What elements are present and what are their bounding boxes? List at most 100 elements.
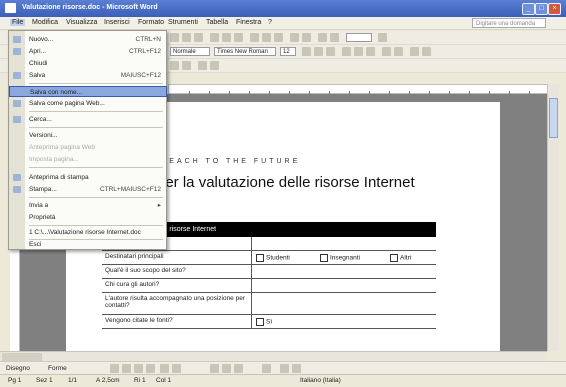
split-cells-icon[interactable] — [210, 61, 219, 70]
menu-item-proprieta[interactable]: Proprietà — [9, 212, 167, 223]
draw-table-icon[interactable] — [170, 61, 179, 70]
wordart-icon[interactable] — [172, 364, 181, 373]
save-icon[interactable] — [194, 33, 203, 42]
align-center-icon[interactable] — [354, 47, 363, 56]
menu-strumenti[interactable]: Strumenti — [168, 19, 198, 26]
vertical-scrollbar[interactable] — [547, 84, 559, 351]
menu-item-label: Invia a — [29, 202, 49, 209]
table-row[interactable]: Chi cura gli autori? — [102, 279, 436, 293]
rectangle-icon[interactable] — [134, 364, 143, 373]
menu-file[interactable]: File — [10, 19, 26, 26]
menu-item-stampa[interactable]: Stampa... CTRL+MAIUSC+F12 — [9, 184, 167, 195]
undo-icon[interactable] — [290, 33, 299, 42]
table-row[interactable]: Vengono citate le fonti? Sì — [102, 315, 436, 329]
option-label: Insegnanti — [330, 254, 360, 262]
shadow-icon[interactable] — [280, 364, 289, 373]
horizontal-scrollbar[interactable] — [0, 351, 547, 361]
minimize-button[interactable]: _ — [522, 3, 535, 15]
menu-formato[interactable]: Formato — [138, 19, 164, 26]
align-right-icon[interactable] — [366, 47, 375, 56]
menu-finestra[interactable]: Finestra — [236, 19, 261, 26]
bullets-icon[interactable] — [382, 47, 391, 56]
merge-cells-icon[interactable] — [198, 61, 207, 70]
checkbox[interactable] — [390, 254, 398, 262]
close-button[interactable]: × — [548, 3, 561, 15]
option-si[interactable]: Sì — [256, 318, 272, 326]
menu-item-label: Nuovo... — [29, 36, 54, 43]
paste-icon[interactable] — [274, 33, 283, 42]
draw-menu-button[interactable]: Disegno — [6, 365, 30, 372]
menu-help[interactable]: ? — [268, 19, 272, 26]
font-select[interactable]: Times New Roman — [214, 47, 276, 56]
table-row[interactable]: L'autore risulta accompagnato una posizi… — [102, 293, 436, 315]
eraser-icon[interactable] — [182, 61, 191, 70]
menu-inserisci[interactable]: Inserisci — [104, 19, 130, 26]
menu-tabella[interactable]: Tabella — [206, 19, 228, 26]
scroll-thumb[interactable] — [549, 98, 558, 138]
line-color-icon[interactable] — [222, 364, 231, 373]
font-color-icon[interactable] — [422, 47, 431, 56]
highlight-icon[interactable] — [410, 47, 419, 56]
redo-icon[interactable] — [302, 33, 311, 42]
checkbox[interactable] — [256, 254, 264, 262]
new-icon[interactable] — [170, 33, 179, 42]
menu-modifica[interactable]: Modifica — [32, 19, 58, 26]
table-icon[interactable] — [318, 33, 327, 42]
spellcheck-icon[interactable] — [234, 33, 243, 42]
copy-icon[interactable] — [262, 33, 271, 42]
cut-icon[interactable] — [250, 33, 259, 42]
font-size-select[interactable]: 12 — [280, 47, 296, 56]
row-label: Vengono citate le fonti? — [102, 315, 252, 328]
menu-item-cerca[interactable]: Cerca... — [9, 114, 167, 125]
print-icon[interactable] — [210, 33, 219, 42]
autoshapes-button[interactable]: Forme — [48, 365, 67, 372]
numbering-icon[interactable] — [394, 47, 403, 56]
option-altri[interactable]: Altri — [390, 254, 411, 262]
menu-item-salva[interactable]: Salva MAIUSC+F12 — [9, 70, 167, 81]
font-color-draw-icon[interactable] — [234, 364, 243, 373]
menu-item-chiudi[interactable]: Chiudi — [9, 58, 167, 69]
columns-icon[interactable] — [330, 33, 339, 42]
menu-item-anteprima-stampa[interactable]: Anteprima di stampa — [9, 172, 167, 183]
menu-item-label: Anteprima pagina Web — [29, 144, 96, 151]
file-menu-dropdown: Nuovo... CTRL+N Apri... CTRL+F12 Chiudi … — [8, 30, 167, 250]
open-icon[interactable] — [182, 33, 191, 42]
style-select[interactable]: Normale — [170, 47, 210, 56]
help-search-input[interactable]: Digitare una domanda — [472, 18, 546, 28]
zoom-select[interactable] — [346, 33, 372, 42]
view-buttons[interactable] — [2, 353, 42, 361]
menu-item-shortcut: CTRL+MAIUSC+F12 — [99, 186, 161, 193]
menu-item-apri[interactable]: Apri... CTRL+F12 — [9, 46, 167, 57]
textbox-icon[interactable] — [160, 364, 169, 373]
checkbox[interactable] — [320, 254, 328, 262]
help-icon[interactable] — [378, 33, 387, 42]
italic-icon[interactable] — [314, 47, 323, 56]
underline-icon[interactable] — [326, 47, 335, 56]
menu-item-salva-web[interactable]: Salva come pagina Web... — [9, 98, 167, 109]
menu-item-salva-con-nome[interactable]: Salva con nome... — [9, 86, 167, 97]
option-studenti[interactable]: Studenti — [256, 254, 290, 262]
3d-icon[interactable] — [292, 364, 301, 373]
fill-color-icon[interactable] — [210, 364, 219, 373]
menu-item-versioni[interactable]: Versioni... — [9, 130, 167, 141]
menu-item-nuovo[interactable]: Nuovo... CTRL+N — [9, 34, 167, 45]
menu-item-invia-a[interactable]: Invia a ▸ — [9, 200, 167, 211]
line-icon[interactable] — [110, 364, 119, 373]
arrow-icon[interactable] — [122, 364, 131, 373]
maximize-button[interactable]: □ — [535, 3, 548, 15]
menu-item-recent-file[interactable]: 1 C:\...\Valutazione risorse Internet.do… — [9, 227, 167, 238]
preview-icon[interactable] — [222, 33, 231, 42]
table-row[interactable]: Qual'è il suo scopo del sito? — [102, 265, 436, 279]
menu-item-esci[interactable]: Esci — [9, 239, 167, 250]
menu-visualizza[interactable]: Visualizza — [66, 19, 97, 26]
table-row[interactable]: Destinatari principali Studenti Insegnan… — [102, 251, 436, 265]
line-style-icon[interactable] — [262, 364, 271, 373]
word-app-icon — [5, 3, 16, 13]
row-label: Chi cura gli autori? — [102, 279, 252, 292]
oval-icon[interactable] — [146, 364, 155, 373]
horizontal-ruler[interactable] — [168, 84, 548, 94]
checkbox[interactable] — [256, 318, 264, 326]
option-insegnanti[interactable]: Insegnanti — [320, 254, 360, 262]
bold-icon[interactable] — [302, 47, 311, 56]
align-left-icon[interactable] — [342, 47, 351, 56]
